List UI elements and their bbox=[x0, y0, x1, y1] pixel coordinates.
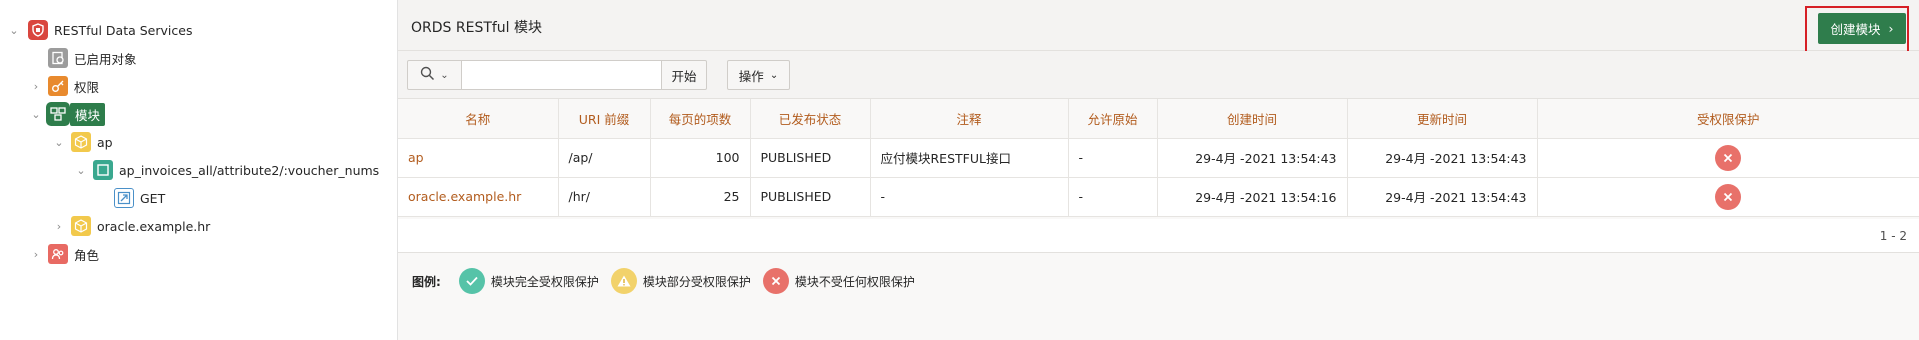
legend-item-partial: 模块部分受权限保护 bbox=[610, 268, 751, 294]
uri-prefix-cell: /hr/ bbox=[557, 176, 651, 217]
tree-node-handler-get[interactable]: GET bbox=[114, 186, 165, 210]
search-icon bbox=[420, 66, 435, 84]
key-icon bbox=[48, 76, 68, 96]
highlight-box: 创建模块 › bbox=[1805, 6, 1909, 56]
column-header-updated[interactable]: 更新时间 bbox=[1346, 99, 1538, 139]
tree-node-template[interactable]: ⌄ ap_invoices_all/attribute2/:voucher_nu… bbox=[75, 158, 379, 182]
navigation-tree: ⌄ RESTful Data Services 已启用对象 › 权限 ⌄ 模块 … bbox=[0, 0, 398, 340]
module-link[interactable]: ap bbox=[408, 150, 424, 165]
tree-label-modules: 模块 bbox=[70, 102, 106, 126]
column-header-name[interactable]: 名称 bbox=[398, 99, 559, 139]
actions-label: 操作 bbox=[738, 68, 764, 84]
column-header-origins[interactable]: 允许原始 bbox=[1067, 99, 1158, 139]
tree-node-privileges[interactable]: › 权限 bbox=[30, 74, 99, 98]
expand-toggle-icon[interactable]: › bbox=[53, 214, 65, 238]
x-circle-icon bbox=[1715, 183, 1742, 210]
comment-cell: - bbox=[869, 176, 1069, 217]
cube-icon bbox=[71, 132, 91, 152]
collapse-toggle-icon[interactable]: ⌄ bbox=[30, 102, 42, 126]
tree-label-root: RESTful Data Services bbox=[54, 22, 193, 38]
search-column-button[interactable]: ⌄ bbox=[407, 60, 462, 90]
tree-label-privileges: 权限 bbox=[74, 79, 100, 95]
handler-arrow-icon bbox=[114, 188, 134, 208]
chevron-down-icon: ⌄ bbox=[440, 69, 449, 81]
expand-toggle-icon[interactable]: › bbox=[30, 74, 42, 98]
legend-item-none: 模块不受任何权限保护 bbox=[762, 268, 915, 294]
tree-node-roles[interactable]: › 角色 bbox=[30, 242, 99, 266]
items-per-page-cell: 100 bbox=[649, 137, 751, 178]
tree-label-roles: 角色 bbox=[74, 247, 100, 263]
pagination-label: 1 - 2 bbox=[1879, 229, 1907, 243]
collapse-toggle-icon[interactable]: ⌄ bbox=[53, 130, 65, 154]
create-module-button[interactable]: 创建模块 › bbox=[1818, 13, 1906, 44]
created-cell: 29-4月 -2021 13:54:43 bbox=[1156, 137, 1348, 178]
table-header-row: 名称 URI 前缀 每页的项数 已发布状态 注释 允许原始 创建时间 更新时间 … bbox=[398, 99, 1919, 139]
check-circle-icon bbox=[458, 268, 485, 294]
origins-cell: - bbox=[1067, 137, 1158, 178]
protected-cell bbox=[1536, 176, 1919, 217]
gear-document-icon bbox=[48, 48, 68, 68]
comment-cell: 应付模块RESTFUL接口 bbox=[869, 137, 1069, 178]
region-header: ORDS RESTful 模块 创建模块 › bbox=[398, 0, 1919, 56]
create-module-label: 创建模块 bbox=[1830, 22, 1881, 37]
report-toolbar: ⌄ 开始 操作 ⌄ bbox=[398, 51, 1919, 99]
x-circle-icon bbox=[762, 268, 789, 294]
search-group: ⌄ 开始 bbox=[407, 60, 707, 90]
go-button[interactable]: 开始 bbox=[662, 60, 707, 90]
modules-table: 名称 URI 前缀 每页的项数 已发布状态 注释 允许原始 创建时间 更新时间 … bbox=[398, 99, 1919, 217]
module-link[interactable]: oracle.example.hr bbox=[408, 189, 521, 204]
database-shield-icon bbox=[28, 20, 48, 40]
column-header-created[interactable]: 创建时间 bbox=[1156, 99, 1348, 139]
tree-label-handler-get: GET bbox=[140, 190, 166, 206]
origins-cell: - bbox=[1067, 176, 1158, 217]
legend-label-full: 模块完全受权限保护 bbox=[490, 274, 599, 289]
collapse-toggle-icon[interactable]: ⌄ bbox=[8, 18, 20, 42]
page-title: ORDS RESTful 模块 bbox=[411, 20, 543, 36]
actions-menu-button[interactable]: 操作 ⌄ bbox=[727, 60, 790, 90]
collapse-toggle-icon[interactable]: ⌄ bbox=[75, 158, 87, 182]
column-header-comments[interactable]: 注释 bbox=[869, 99, 1069, 139]
updated-cell: 29-4月 -2021 13:54:43 bbox=[1346, 137, 1538, 178]
column-header-status[interactable]: 已发布状态 bbox=[749, 99, 871, 139]
legend: 图例: 模块完全受权限保护 模块部分受权限保护 模块不受任何权限保护 bbox=[398, 253, 1919, 309]
tree-node-modules[interactable]: ⌄ 模块 bbox=[30, 102, 106, 126]
tree-node-module-hr[interactable]: › oracle.example.hr bbox=[53, 214, 210, 238]
search-input[interactable] bbox=[462, 60, 662, 90]
column-header-protected[interactable]: 受权限保护 bbox=[1536, 99, 1919, 139]
legend-label-none: 模块不受任何权限保护 bbox=[794, 274, 915, 289]
column-header-items-per-page[interactable]: 每页的项数 bbox=[649, 99, 751, 139]
column-header-uri-prefix[interactable]: URI 前缀 bbox=[557, 99, 651, 139]
pagination: 1 - 2 bbox=[398, 219, 1919, 253]
legend-label-partial: 模块部分受权限保护 bbox=[642, 274, 751, 289]
status-cell: PUBLISHED bbox=[749, 137, 871, 178]
cube-icon bbox=[71, 216, 91, 236]
status-cell: PUBLISHED bbox=[749, 176, 871, 217]
chevron-right-icon: › bbox=[1888, 21, 1894, 36]
legend-title: 图例: bbox=[412, 274, 441, 289]
updated-cell: 29-4月 -2021 13:54:43 bbox=[1346, 176, 1538, 217]
tree-label-module-ap: ap bbox=[97, 134, 113, 150]
tree-node-module-ap[interactable]: ⌄ ap bbox=[53, 130, 113, 154]
modules-icon bbox=[48, 104, 68, 124]
table-row: oracle.example.hr /hr/ 25 PUBLISHED - - … bbox=[398, 176, 1919, 217]
x-circle-icon bbox=[1715, 144, 1742, 171]
template-icon bbox=[93, 160, 113, 180]
protected-cell bbox=[1536, 137, 1919, 178]
legend-item-full: 模块完全受权限保护 bbox=[458, 268, 599, 294]
warning-triangle-icon bbox=[610, 268, 637, 294]
tree-node-root[interactable]: ⌄ RESTful Data Services bbox=[8, 18, 192, 42]
tree-label-template: ap_invoices_all/attribute2/:voucher_nums bbox=[119, 162, 380, 178]
created-cell: 29-4月 -2021 13:54:16 bbox=[1156, 176, 1348, 217]
modules-region: ORDS RESTful 模块 创建模块 › ⌄ 开始 操作 ⌄ 名称 URI … bbox=[398, 0, 1919, 340]
users-icon bbox=[48, 244, 68, 264]
uri-prefix-cell: /ap/ bbox=[557, 137, 651, 178]
tree-node-enabled-objects[interactable]: 已启用对象 bbox=[48, 46, 137, 70]
expand-toggle-icon[interactable]: › bbox=[30, 242, 42, 266]
tree-label-enabled-objects: 已启用对象 bbox=[74, 51, 137, 67]
table-row: ap /ap/ 100 PUBLISHED 应付模块RESTFUL接口 - 29… bbox=[398, 137, 1919, 178]
items-per-page-cell: 25 bbox=[649, 176, 751, 217]
tree-label-module-hr: oracle.example.hr bbox=[97, 218, 211, 234]
chevron-down-icon: ⌄ bbox=[769, 69, 779, 81]
